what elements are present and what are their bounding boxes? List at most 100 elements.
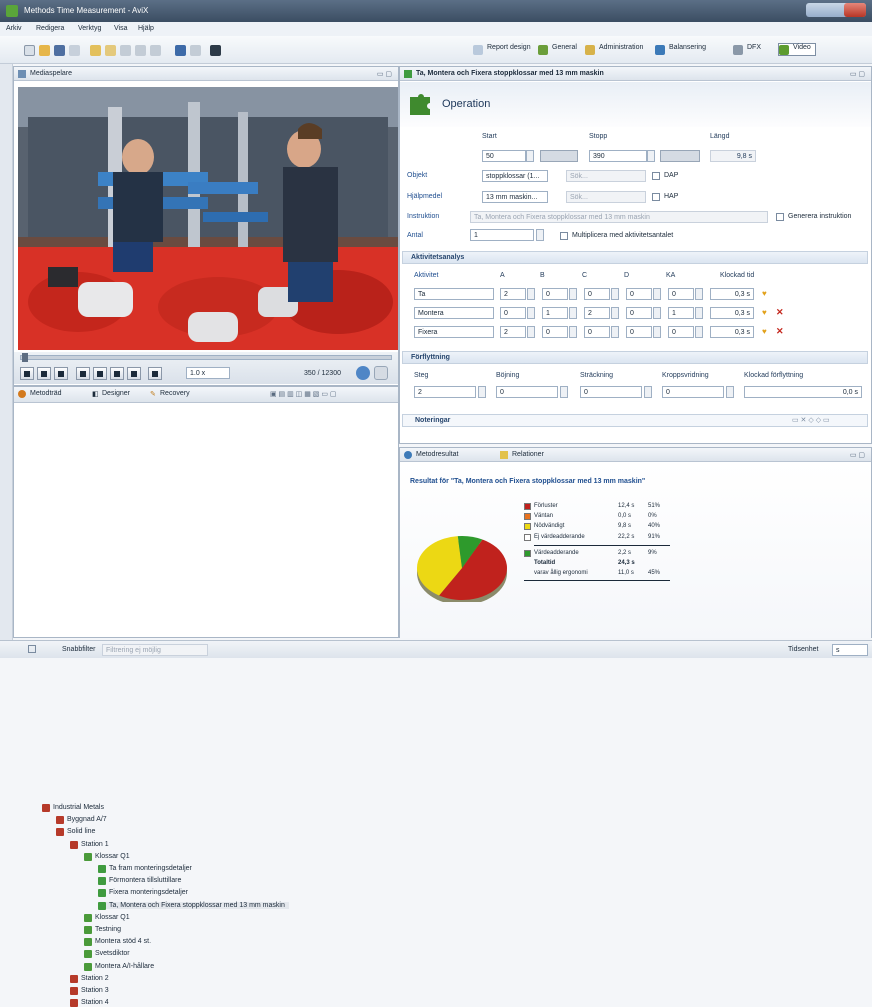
persp-dfx[interactable]: DFX	[733, 44, 761, 57]
move-value-field[interactable]: 0	[580, 386, 642, 398]
activity-value-field[interactable]: 0	[500, 307, 526, 319]
tree-item[interactable]: Station 1	[70, 840, 109, 849]
instruction-field[interactable]: Ta, Montera och Fixera stoppklossar med …	[470, 211, 768, 223]
undo-icon[interactable]	[90, 45, 101, 56]
tree-item[interactable]: Ta, Montera och Fixera stoppklossar med …	[98, 901, 289, 910]
stop-buttons[interactable]	[660, 150, 700, 162]
eject-button[interactable]	[148, 367, 162, 380]
count-spinner[interactable]	[536, 229, 544, 241]
activity-value-field[interactable]: 0	[668, 326, 694, 338]
step-back-fast-button[interactable]	[76, 367, 90, 380]
activity-spinner[interactable]	[611, 307, 619, 319]
tree-item[interactable]: Ta fram monteringsdetaljer	[98, 865, 192, 873]
generate-checkbox[interactable]	[776, 213, 784, 221]
tree-item[interactable]: Station 4	[70, 999, 109, 1007]
activity-value-field[interactable]: 1	[542, 307, 568, 319]
activity-value-field[interactable]: 0	[584, 326, 610, 338]
clocked-time-field[interactable]: 0,3 s	[710, 307, 754, 319]
speed-field[interactable]: 1.0 x	[186, 367, 230, 379]
menu-visa[interactable]: Visa	[114, 25, 128, 32]
move-spinner[interactable]	[726, 386, 734, 398]
move-value-field[interactable]: 0	[496, 386, 558, 398]
result-minmax-icon[interactable]: ▭ ▢	[850, 451, 865, 459]
activity-value-field[interactable]: 0	[626, 307, 652, 319]
activity-value-field[interactable]: 1	[668, 307, 694, 319]
tab-recovery[interactable]: Recovery	[160, 390, 190, 397]
move-value-field[interactable]: 0	[662, 386, 724, 398]
cut-icon[interactable]	[120, 45, 131, 56]
delete-row-icon[interactable]: ✕	[776, 326, 784, 337]
activity-spinner[interactable]	[569, 326, 577, 338]
menu-verktyg[interactable]: Verktyg	[78, 25, 101, 32]
persp-general[interactable]: General	[538, 44, 577, 57]
activity-value-field[interactable]: 2	[500, 326, 526, 338]
menu-redigera[interactable]: Redigera	[36, 25, 64, 32]
tab-relationer[interactable]: Relationer	[512, 451, 544, 458]
clocked-time-field[interactable]: 0,3 s	[710, 288, 754, 300]
menu-arkiv[interactable]: Arkiv	[6, 25, 22, 32]
activity-spinner[interactable]	[569, 288, 577, 300]
favorite-icon[interactable]: ♥	[762, 308, 767, 317]
activity-spinner[interactable]	[611, 326, 619, 338]
clocked-time-field[interactable]: 0,3 s	[710, 326, 754, 338]
start-field[interactable]: 50	[482, 150, 526, 162]
tab-metodresultat[interactable]: Metodresultat	[416, 451, 458, 458]
favorite-icon[interactable]: ♥	[762, 289, 767, 298]
step-forward-button[interactable]	[110, 367, 124, 380]
move-section-header[interactable]: Förflyttning	[402, 351, 868, 364]
save-all-icon[interactable]	[69, 45, 80, 56]
activity-value-field[interactable]: 0	[542, 288, 568, 300]
activity-spinner[interactable]	[695, 307, 703, 319]
tool-select[interactable]: 13 mm maskin...	[482, 191, 548, 203]
persp-balansering[interactable]: Balansering	[655, 44, 706, 57]
tree-item[interactable]: Montera A/I-hållare	[84, 962, 154, 971]
minmax-icon[interactable]: ▭ ▢	[377, 70, 392, 78]
stop-field[interactable]: 390	[589, 150, 647, 162]
activity-value-field[interactable]: 0	[668, 288, 694, 300]
operation-minmax-icon[interactable]: ▭ ▢	[850, 70, 865, 78]
move-value-field[interactable]: 2	[414, 386, 476, 398]
snapshot-icon[interactable]	[374, 366, 388, 380]
media-tab-title[interactable]: Mediaspelare	[30, 70, 72, 77]
tree-item[interactable]: Fixera monteringsdetaljer	[98, 889, 188, 898]
video-seek-bar[interactable]	[20, 355, 392, 360]
menu-hjalp[interactable]: Hjälp	[138, 25, 154, 32]
seek-handle[interactable]	[22, 353, 28, 362]
persp-report-design[interactable]: Report design	[473, 44, 531, 57]
object-search[interactable]: Sök...	[566, 170, 646, 182]
move-spinner[interactable]	[478, 386, 486, 398]
start-spinner[interactable]	[526, 150, 534, 162]
multiply-checkbox[interactable]	[560, 232, 568, 240]
persp-administration[interactable]: Administration	[585, 44, 643, 57]
open-icon[interactable]	[39, 45, 50, 56]
activity-spinner[interactable]	[653, 288, 661, 300]
new-icon[interactable]	[24, 45, 35, 56]
clocked-move-field[interactable]: 0,0 s	[744, 386, 862, 398]
time-unit-select[interactable]: s	[832, 644, 868, 656]
loop-icon[interactable]	[356, 366, 370, 380]
tree-item[interactable]: Station 2	[70, 974, 109, 983]
tree-item[interactable]: Station 3	[70, 987, 109, 995]
tab-designer[interactable]: Designer	[102, 390, 130, 397]
tree-item[interactable]: Solid line	[56, 828, 95, 837]
video-frame[interactable]	[18, 87, 398, 350]
activity-value-field[interactable]: 2	[584, 307, 610, 319]
delete-row-icon[interactable]: ✕	[776, 307, 784, 318]
activity-value-field[interactable]: 0	[626, 288, 652, 300]
activity-value-field[interactable]: 0	[584, 288, 610, 300]
activity-value-field[interactable]: 0	[542, 326, 568, 338]
start-buttons[interactable]	[540, 150, 578, 162]
quick-filter-field[interactable]: Filtrering ej möjlig	[102, 644, 208, 656]
activity-spinner[interactable]	[653, 326, 661, 338]
tree-item[interactable]: Förmontera tillsluttillare	[98, 877, 181, 886]
activity-spinner[interactable]	[695, 326, 703, 338]
print-icon[interactable]	[175, 45, 186, 56]
camera-icon[interactable]	[210, 45, 221, 56]
prev-button[interactable]	[20, 367, 34, 380]
hap-checkbox[interactable]	[652, 193, 660, 201]
activity-spinner[interactable]	[527, 307, 535, 319]
tree-item[interactable]: Klossar Q1	[84, 852, 130, 861]
tree-item[interactable]: Svetsdiktor	[84, 950, 130, 959]
play-button[interactable]	[54, 367, 68, 380]
tab-metodtrad[interactable]: Metodträd	[30, 390, 62, 397]
